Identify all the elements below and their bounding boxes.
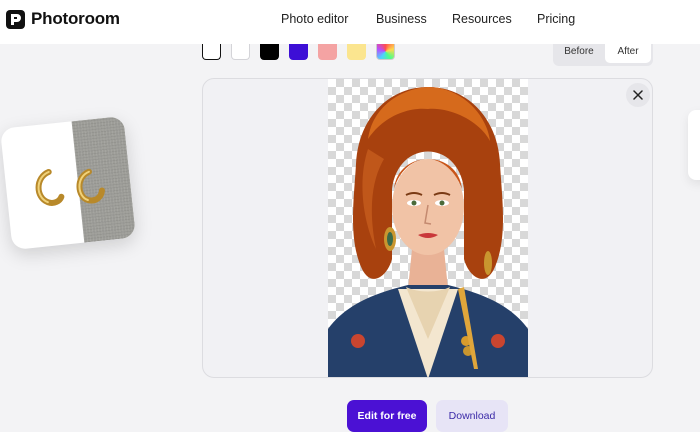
swatch-white-selected[interactable] — [202, 44, 221, 60]
before-option[interactable]: Before — [556, 44, 602, 63]
swatch-pink[interactable] — [318, 44, 337, 60]
background-color-swatches — [202, 44, 395, 60]
adjacent-example-card[interactable] — [688, 110, 700, 180]
example-thumbnail-earrings[interactable] — [0, 115, 137, 251]
editor-canvas — [202, 78, 653, 378]
earrings-illustration — [35, 168, 105, 206]
close-icon[interactable] — [626, 83, 650, 107]
photoroom-logo-icon — [6, 9, 25, 29]
swatch-white[interactable] — [231, 44, 250, 60]
swatch-black[interactable] — [260, 44, 279, 60]
swatch-yellow[interactable] — [347, 44, 366, 60]
swatch-gradient[interactable] — [376, 44, 395, 60]
transparent-background-area — [328, 79, 528, 377]
after-option[interactable]: After — [605, 44, 651, 63]
brand-logo[interactable]: Photoroom — [6, 9, 120, 29]
nav-business[interactable]: Business — [376, 12, 427, 26]
nav-resources[interactable]: Resources — [452, 12, 512, 26]
nav-photo-editor[interactable]: Photo editor — [281, 12, 348, 26]
top-header: Photoroom Photo editor Business Resource… — [0, 0, 700, 44]
swatch-purple[interactable] — [289, 44, 308, 60]
nav-pricing[interactable]: Pricing — [537, 12, 575, 26]
edit-for-free-button[interactable]: Edit for free — [347, 400, 427, 432]
brand-name: Photoroom — [31, 9, 120, 28]
portrait-cutout-image — [328, 87, 528, 377]
download-button[interactable]: Download — [436, 400, 508, 432]
before-after-toggle: Before After — [553, 44, 653, 66]
